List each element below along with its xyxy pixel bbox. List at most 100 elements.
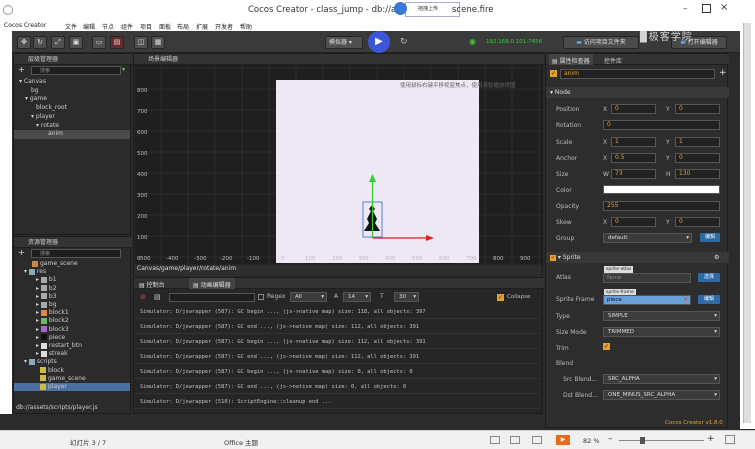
asset-game-scene[interactable]: game_scene [14, 260, 130, 268]
add-component-button[interactable]: + [719, 68, 727, 78]
position-y-input[interactable]: 0 [675, 104, 720, 114]
zoom-slider[interactable] [619, 440, 704, 441]
tree-node-anim[interactable]: anim [14, 130, 130, 139]
asset-folder-scripts[interactable]: ▾ scripts [14, 358, 130, 366]
menu-item[interactable]: Cocos Creator [4, 22, 46, 29]
tab-properties[interactable]: ▤ 属性检查器 [549, 54, 593, 65]
log-level-select[interactable]: All ▾ [290, 292, 327, 302]
sprite-enabled-checkbox[interactable]: ✓ [550, 255, 556, 261]
sprite-frame-field[interactable]: piece ✕ [603, 295, 691, 305]
color-swatch[interactable] [603, 185, 720, 194]
regex-checkbox[interactable] [258, 294, 264, 300]
clear-frame-icon[interactable]: ✕ [683, 296, 690, 304]
close-button[interactable]: × [720, 2, 732, 13]
line-height-select[interactable]: 30 ▾ [394, 292, 419, 302]
asset-script-game-scene[interactable]: game_scene [14, 375, 130, 383]
scale-x-input[interactable]: 1 [611, 137, 656, 147]
sprite-section-header[interactable]: ✓ ▾ Sprite ⚙ [546, 252, 729, 263]
asset-script-block[interactable]: block [14, 367, 130, 375]
menu-item[interactable]: 布局 [177, 22, 189, 31]
view-reading-icon[interactable] [532, 436, 542, 444]
assets-add-button[interactable]: + [18, 249, 26, 257]
position-x-input[interactable]: 0 [611, 104, 656, 114]
asset-restart-btn[interactable]: ▸ restart_btn [14, 342, 130, 350]
maximize-button[interactable] [702, 4, 711, 13]
hierarchy-filter-icon[interactable]: ▾ [122, 66, 125, 73]
skew-y-input[interactable]: 0 [675, 217, 720, 227]
menu-item[interactable]: 开发者 [215, 22, 233, 31]
group-edit-button[interactable]: 编辑 [700, 233, 720, 242]
snap-button[interactable]: ▦ [151, 36, 165, 49]
size-height-input[interactable]: 130 [675, 169, 720, 179]
tree-node-bg[interactable]: bg [14, 87, 130, 96]
view-sorter-icon[interactable] [510, 436, 520, 444]
scene-viewport[interactable]: 使用鼠标右键平移视窗焦点，使用滚轮缩放视图 800 700 600 500 40… [134, 65, 542, 264]
zoom-slider-thumb[interactable] [640, 437, 645, 444]
fit-slide-icon[interactable] [725, 435, 735, 444]
dst-blend-select[interactable]: ONE_MINUS_SRC_ALPHA ▾ [603, 390, 720, 400]
src-blend-select[interactable]: SRC_ALPHA ▾ [603, 374, 720, 384]
hand-tool-button[interactable]: ✥ [17, 36, 31, 49]
node-section-header[interactable]: ▾ Node [546, 87, 729, 98]
menu-item[interactable]: 项目 [140, 22, 152, 31]
node-name-input[interactable]: anim [560, 69, 715, 79]
clear-console-icon[interactable]: ⊘ [140, 293, 146, 301]
type-select[interactable]: SIMPLE ▾ [603, 311, 720, 321]
asset-b2[interactable]: ▸ b2 [14, 285, 130, 293]
scale-tool-button[interactable]: ⤢ [51, 36, 65, 49]
menu-item[interactable]: 节点 [102, 22, 114, 31]
rotation-input[interactable]: 0 [603, 120, 720, 130]
local-coords-button[interactable]: ▭ [92, 36, 106, 49]
tab-animation[interactable]: ▤ 动画编辑器 [189, 278, 235, 289]
asset-b3[interactable]: ▸ b3 [14, 293, 130, 301]
atlas-select-button[interactable]: 选择 [698, 273, 720, 282]
skew-x-input[interactable]: 0 [611, 217, 656, 227]
asset-block1[interactable]: ▸ block1 [14, 309, 130, 317]
menu-item[interactable]: 面板 [159, 22, 171, 31]
menu-item[interactable]: 组件 [121, 22, 133, 31]
atlas-field[interactable]: None [603, 273, 691, 283]
collapse-checkbox[interactable]: ✓ [497, 294, 504, 301]
sprite-settings-icon[interactable]: ⚙ [714, 252, 719, 263]
rect-tool-button[interactable]: ▣ [69, 36, 83, 49]
zoom-out-button[interactable]: – [608, 434, 613, 444]
assets-search-input[interactable]: 搜索 [31, 249, 121, 258]
console-filter-input[interactable] [169, 293, 255, 302]
hierarchy-search-input[interactable]: 搜索 [31, 66, 121, 75]
pivot-button[interactable]: ▤ [110, 36, 124, 49]
asset-streak[interactable]: ▸ streak [14, 350, 130, 358]
size-width-input[interactable]: 73 [611, 169, 656, 179]
anchor-x-input[interactable]: 0.5 [611, 153, 656, 163]
scale-y-input[interactable]: 1 [675, 137, 720, 147]
asset-b1[interactable]: ▸ b1 [14, 276, 130, 284]
slideshow-button[interactable]: ▶ [556, 435, 570, 445]
refresh-button[interactable]: ↻ [400, 37, 408, 47]
open-project-button[interactable]: ▬ 访问项目文件夹 [563, 36, 639, 49]
anchor-y-input[interactable]: 0 [675, 153, 720, 163]
menu-item[interactable]: 编辑 [83, 22, 95, 31]
tab-console[interactable]: ▤ 控制台 [139, 280, 165, 289]
sprite-frame-edit-button[interactable]: 编辑 [698, 295, 720, 304]
tree-node-canvas[interactable]: ▾ Canvas [14, 78, 130, 87]
trim-checkbox[interactable]: ✓ [603, 343, 610, 350]
hierarchy-add-button[interactable]: + [18, 66, 26, 74]
minimize-button[interactable]: – [683, 4, 693, 14]
asset-block2[interactable]: ▸ block2 [14, 317, 130, 325]
node-active-checkbox[interactable]: ✓ [550, 70, 557, 77]
gizmo-button[interactable]: ◫ [134, 36, 148, 49]
asset-script-player[interactable]: player [14, 383, 130, 392]
zoom-in-button[interactable]: + [707, 434, 715, 444]
tab-controls[interactable]: 控件库 [604, 56, 622, 65]
platform-select[interactable]: 模拟器 ▾ [325, 36, 363, 49]
font-size-select[interactable]: 14 ▾ [343, 292, 371, 302]
right-scrollbar[interactable] [743, 23, 751, 423]
menu-item[interactable]: 帮助 [240, 22, 252, 31]
menu-item[interactable]: 扩展 [196, 22, 208, 31]
rotate-tool-button[interactable]: ↻ [33, 36, 47, 49]
group-select[interactable]: default ▾ [603, 233, 692, 243]
tree-node-player[interactable]: ▾ player [14, 113, 130, 122]
open-log-icon[interactable]: ▤ [154, 293, 161, 301]
menu-item[interactable]: 文件 [65, 22, 77, 31]
asset-bg[interactable]: ▸ bg [14, 301, 130, 309]
asset-piece[interactable]: ▸ piece [14, 334, 130, 342]
